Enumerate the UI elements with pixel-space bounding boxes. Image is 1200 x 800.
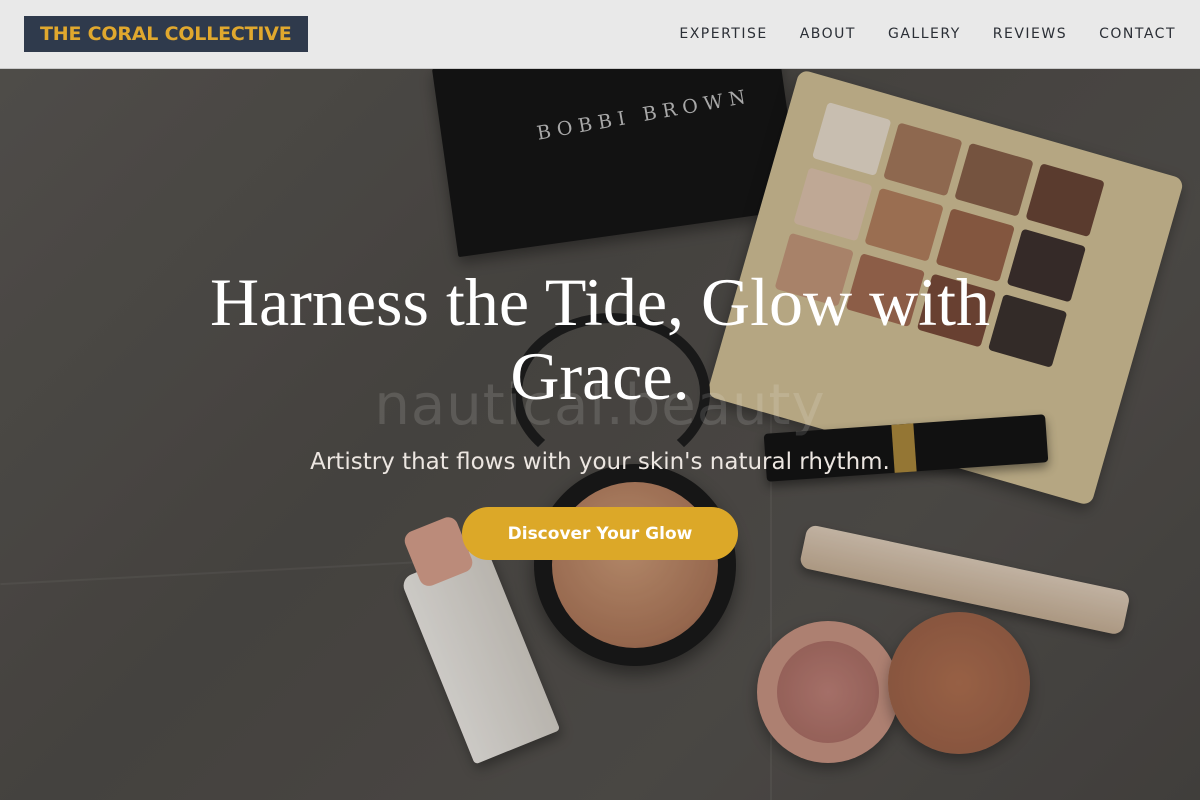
site-header: THE CORAL COLLECTIVE EXPERTISE ABOUT GAL… (0, 0, 1200, 69)
hero-section: BOBBI BROWN nautical.beauty Harness the … (0, 69, 1200, 800)
brand-logo[interactable]: THE CORAL COLLECTIVE (24, 16, 308, 52)
nav-link-reviews[interactable]: REVIEWS (993, 26, 1067, 42)
nav-link-about[interactable]: ABOUT (800, 26, 856, 42)
hero-content: Harness the Tide, Glow with Grace. Artis… (0, 265, 1200, 560)
discover-glow-button[interactable]: Discover Your Glow (462, 507, 738, 560)
hero-title: Harness the Tide, Glow with Grace. (209, 264, 991, 414)
hero-subtitle: Artistry that flows with your skin's nat… (310, 449, 890, 475)
nav-link-gallery[interactable]: GALLERY (888, 26, 961, 42)
main-nav: EXPERTISE ABOUT GALLERY REVIEWS CONTACT (679, 26, 1176, 42)
nav-link-expertise[interactable]: EXPERTISE (679, 26, 767, 42)
nav-link-contact[interactable]: CONTACT (1099, 26, 1176, 42)
